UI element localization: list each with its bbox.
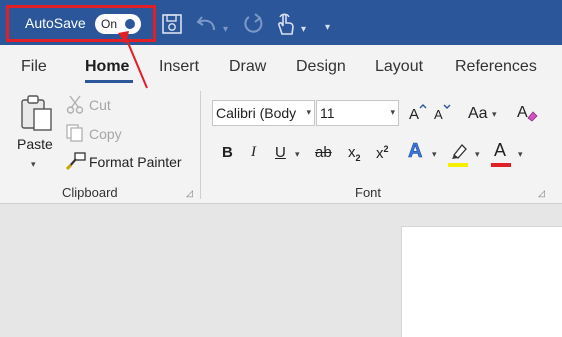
cut-button[interactable]: Cut (89, 97, 111, 113)
touch-mode-icon[interactable] (275, 12, 297, 41)
tab-design[interactable]: Design (296, 58, 346, 76)
clear-formatting-icon[interactable]: A (517, 102, 539, 127)
font-size-dropdown-icon[interactable]: ▾ (390, 107, 395, 118)
tab-file[interactable]: File (21, 58, 47, 76)
active-tab-indicator (85, 80, 133, 83)
group-divider (200, 91, 201, 199)
touch-mode-dropdown-icon[interactable]: ▾ (301, 19, 306, 41)
copy-icon[interactable] (65, 123, 85, 148)
format-painter-button[interactable]: Format Painter (89, 154, 182, 170)
ribbon-home: Paste ▾ Cut Copy Format Painter Clipboar… (0, 87, 562, 204)
clipboard-dialog-launcher-icon[interactable]: ◿ (186, 188, 193, 199)
format-painter-icon[interactable] (65, 151, 87, 176)
italic-button[interactable]: I (251, 144, 256, 161)
svg-text:A: A (434, 107, 443, 121)
font-color-bar (491, 163, 511, 167)
superscript-base: x (376, 145, 384, 162)
cut-icon[interactable] (66, 94, 84, 119)
font-color-dropdown-icon[interactable]: ▾ (518, 149, 523, 160)
superscript-button[interactable]: x2 (376, 144, 389, 162)
subscript-button[interactable]: x2 (348, 144, 361, 163)
redo-icon[interactable] (241, 13, 265, 40)
underline-dropdown-icon[interactable]: ▾ (295, 149, 300, 160)
tab-layout[interactable]: Layout (375, 58, 423, 76)
font-dialog-launcher-icon[interactable]: ◿ (538, 188, 545, 199)
font-group-label: Font (355, 185, 382, 200)
clipboard-group-label: Clipboard (62, 185, 118, 200)
highlight-color-bar (448, 163, 468, 167)
annotation-highlight-box (6, 5, 156, 42)
ribbon-tabs: File Home Insert Draw Design Layout Refe… (0, 45, 562, 87)
underline-button[interactable]: U (275, 144, 286, 161)
undo-icon[interactable] (196, 13, 220, 40)
paste-dropdown-icon[interactable]: ▾ (31, 159, 36, 170)
superscript-mark: 2 (383, 144, 389, 154)
font-size-value: 11 (320, 105, 335, 121)
text-effects-button[interactable]: A (408, 140, 423, 163)
undo-dropdown-icon[interactable]: ▾ (223, 19, 228, 41)
font-name-dropdown-icon[interactable]: ▾ (306, 107, 311, 118)
document-page[interactable] (401, 226, 562, 337)
tab-references[interactable]: References (455, 58, 537, 76)
change-case-dropdown-icon[interactable]: ▾ (492, 109, 497, 120)
change-case-button[interactable]: Aa (468, 105, 488, 123)
customize-toolbar-icon[interactable]: ▾ (325, 17, 330, 39)
copy-button[interactable]: Copy (89, 126, 122, 142)
tab-draw[interactable]: Draw (229, 58, 266, 76)
save-icon[interactable] (161, 13, 183, 40)
font-name-value: Calibri (Body (216, 105, 297, 121)
svg-text:A: A (517, 104, 528, 121)
grow-font-icon[interactable]: A (409, 103, 427, 126)
shrink-font-icon[interactable]: A (434, 103, 452, 126)
subscript-base: x (348, 144, 356, 161)
font-name-box[interactable]: Calibri (Body ▾ (212, 100, 315, 126)
tab-insert[interactable]: Insert (159, 58, 199, 76)
paste-icon[interactable] (19, 94, 53, 137)
subscript-mark: 2 (355, 153, 361, 163)
paste-button[interactable]: Paste (17, 136, 53, 152)
highlight-dropdown-icon[interactable]: ▾ (475, 149, 480, 160)
text-effects-dropdown-icon[interactable]: ▾ (432, 149, 437, 160)
bold-button[interactable]: B (222, 144, 233, 161)
svg-text:A: A (409, 106, 419, 121)
strikethrough-button[interactable]: ab (315, 144, 332, 161)
tab-home[interactable]: Home (85, 58, 129, 76)
font-size-box[interactable]: 11 ▾ (316, 100, 399, 126)
font-color-button[interactable]: A (494, 140, 506, 161)
